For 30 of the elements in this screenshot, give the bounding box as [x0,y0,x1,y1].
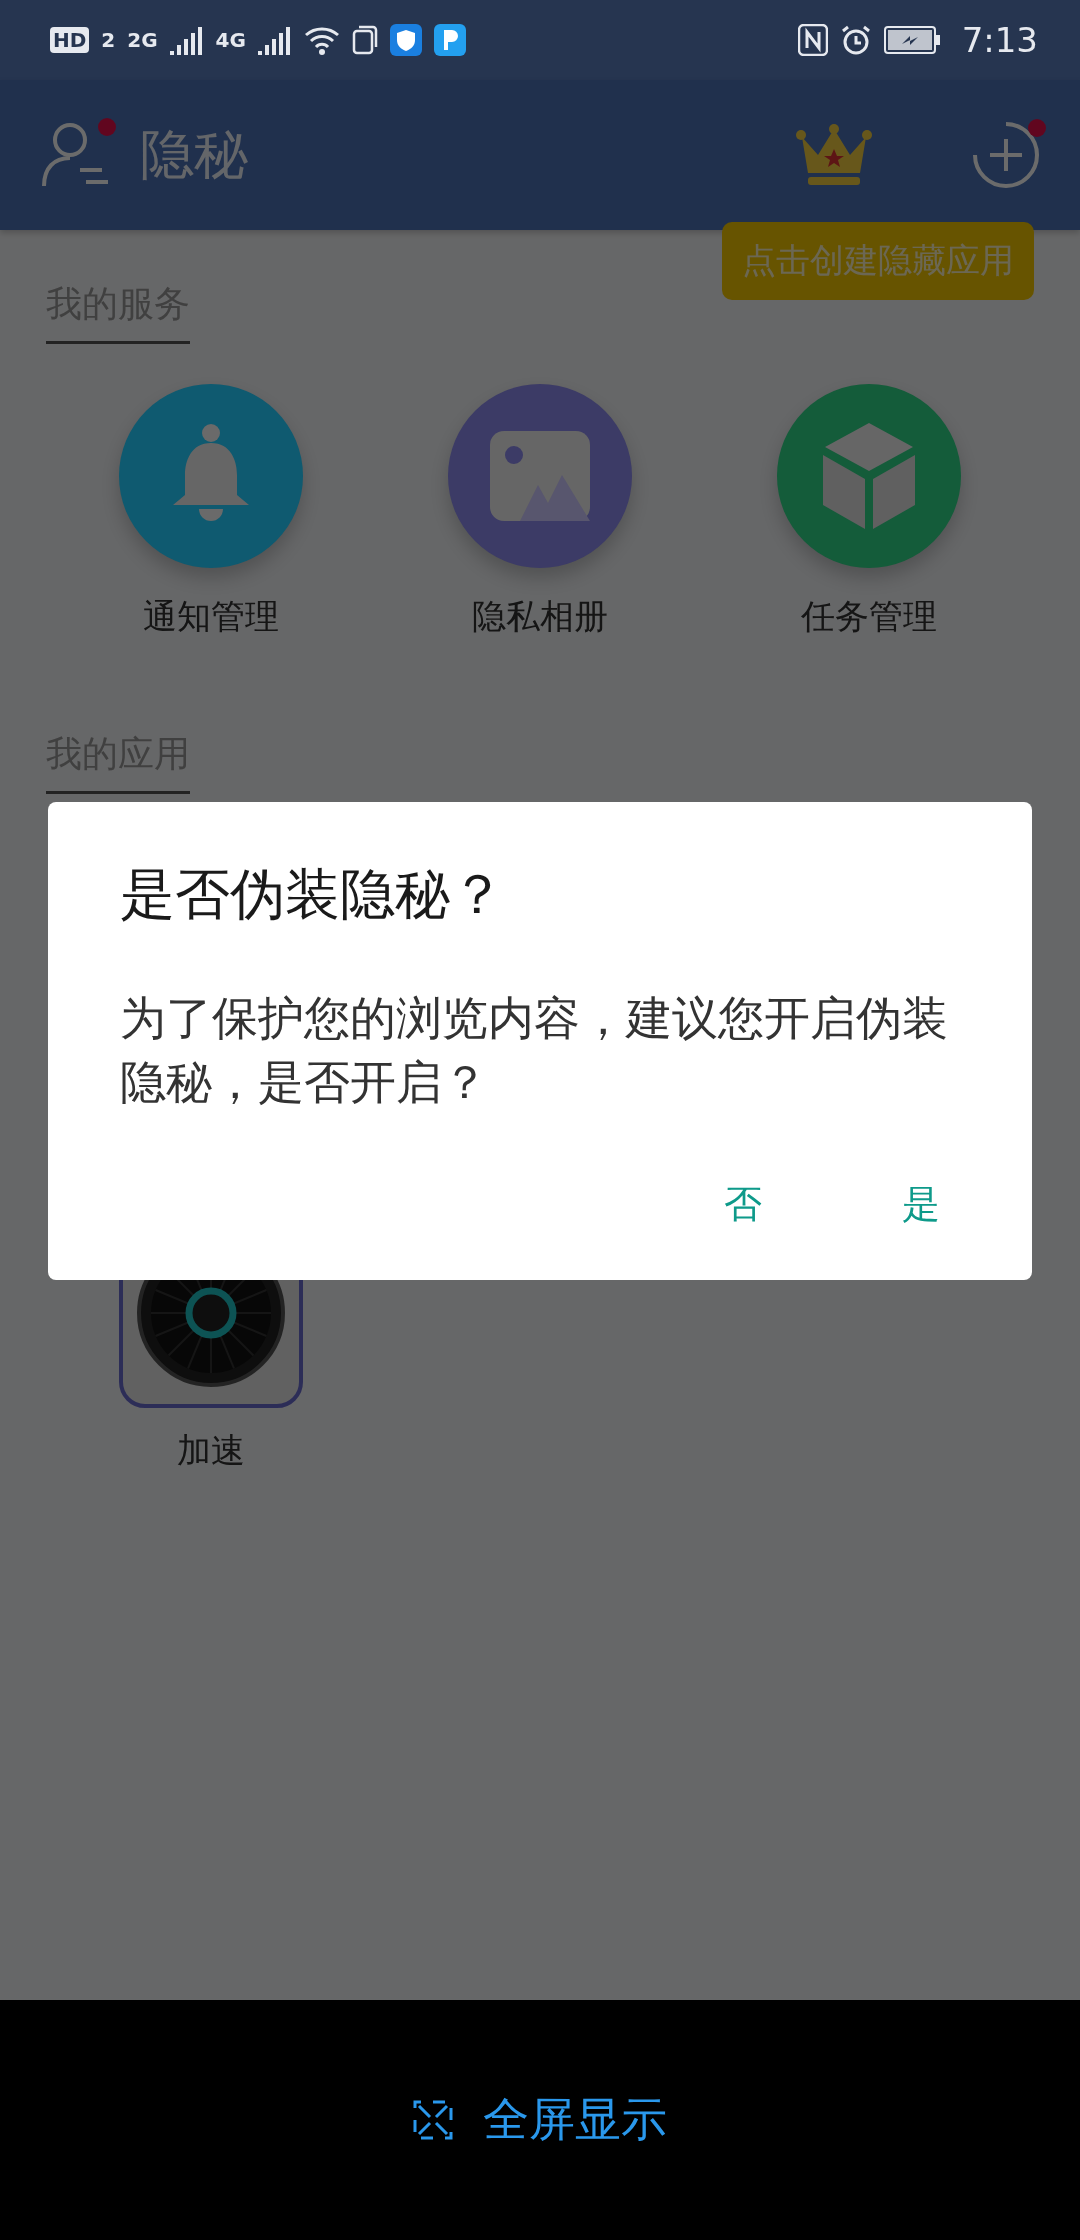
dialog-button[interactable]: 否 [674,1168,812,1240]
network-type-label: 4G [215,28,246,52]
dialog-title: 是否伪装隐秘？ [120,861,506,928]
signal-icon [257,25,292,55]
shield-app-icon [389,24,422,56]
nfc-icon [797,24,828,56]
fullscreen-button[interactable]: 全屏显示 [407,2088,673,2152]
dialog-button[interactable]: 是 [852,1168,990,1240]
expand-icon [413,2100,453,2140]
service-label: 隐私相册 [472,595,608,638]
app-label: 加速 [176,1429,245,1472]
battery-icon [883,26,942,54]
cube-icon [821,421,918,531]
crown-icon[interactable] [796,123,872,187]
parking-app-icon [433,24,466,56]
dialog-message: 为了保护您的浏览内容，建议您开启伪装隐秘，是否开启？ [120,990,949,1112]
hd-voice-label: HD [50,27,90,53]
add-icon[interactable] [972,121,1040,189]
clock-time: 7:13 [961,20,1038,60]
wifi-icon [303,25,340,55]
hint-tooltip: 点击创建隐藏应用 [722,222,1034,300]
sim-number: 2 [101,28,116,52]
network-type-label: 2G [127,28,158,52]
service-label: 任务管理 [801,595,938,638]
image-icon [490,431,590,521]
app-title: 隐秘 [140,121,249,188]
service-label: 通知管理 [142,595,279,638]
alarm-icon [839,24,872,56]
document-icon [351,25,378,55]
signal-icon [169,25,204,55]
